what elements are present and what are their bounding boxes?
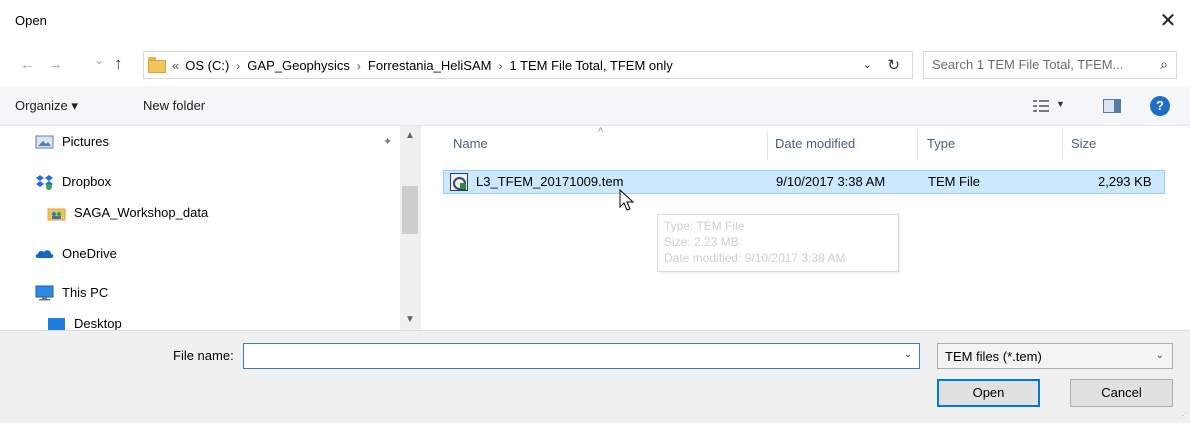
sidebar-item-label: This PC (62, 285, 109, 300)
title-bar: Open ✕ (0, 0, 1190, 46)
column-header-name[interactable]: Name (453, 136, 488, 151)
search-icon[interactable]: ⌕ (1160, 56, 1168, 73)
cancel-button[interactable]: Cancel (1070, 379, 1173, 407)
tooltip-type: Type: TEM File (664, 219, 745, 233)
sidebar-item-this-pc[interactable]: This PC (35, 282, 335, 304)
sidebar-item-saga-workshop-data[interactable]: SAGA_Workshop_data (47, 202, 347, 224)
preview-pane-icon[interactable] (1103, 99, 1121, 113)
breadcrumb-item-os-c[interactable]: OS (C:) (185, 58, 229, 73)
chevron-down-icon[interactable]: ⌄ (904, 349, 912, 360)
file-name-input[interactable] (248, 348, 888, 363)
sidebar-item-pictures[interactable]: Pictures ✦ (35, 131, 405, 153)
address-row: ← → ⌄ ↑ « OS (C:) › GAP_Geophysics › Forresta… (0, 46, 1190, 86)
navigation-pane: Pictures ✦ Dropbox SAGA_Workshop_data On… (0, 126, 421, 330)
breadcrumb: « OS (C:) › GAP_Geophysics › Forrestania_Heli… (172, 58, 673, 73)
sidebar-item-label: SAGA_Workshop_data (74, 205, 209, 220)
sidebar-item-label: Pictures (62, 134, 109, 149)
chevron-down-icon[interactable]: ⌄ (863, 58, 872, 71)
column-divider[interactable] (1062, 130, 1063, 160)
chevron-right-icon[interactable]: › (498, 59, 502, 73)
close-icon[interactable]: ✕ (1156, 10, 1180, 34)
address-bar[interactable]: « OS (C:) › GAP_Geophysics › Forrestania_Heli… (143, 51, 913, 79)
sidebar-item-label: Desktop (74, 316, 122, 330)
window-title: Open (15, 13, 47, 28)
file-name-combobox: ⌄ (243, 343, 920, 369)
sidebar-scrollbar[interactable]: ▲ ▼ (400, 126, 420, 330)
file-name-label: File name: (173, 348, 234, 363)
open-button[interactable]: Open (937, 379, 1040, 407)
pin-icon[interactable]: ✦ (383, 131, 392, 153)
breadcrumb-item-forrestania[interactable]: Forrestania_HeliSAM (368, 58, 492, 73)
refresh-icon[interactable]: ↻ (887, 56, 900, 74)
sidebar-item-desktop[interactable]: Desktop (47, 313, 347, 330)
desktop-folder-icon (48, 318, 65, 330)
file-size: 2,293 KB (1098, 174, 1152, 189)
search-box: ⌕ (923, 51, 1177, 79)
tooltip-size: Size: 2.23 MB (664, 235, 739, 249)
shared-folder-icon (47, 208, 66, 221)
column-header-type[interactable]: Type (927, 136, 955, 151)
breadcrumb-overflow[interactable]: « (172, 58, 179, 73)
file-name: L3_TFEM_20171009.tem (476, 174, 624, 189)
chevron-down-icon: ⌄ (1155, 350, 1164, 361)
onedrive-icon (35, 250, 54, 258)
sidebar-item-label: OneDrive (62, 246, 117, 261)
file-type: TEM File (928, 174, 980, 189)
breadcrumb-item-gap-geophysics[interactable]: GAP_Geophysics (247, 58, 350, 73)
pictures-icon (35, 135, 54, 149)
scrollbar-thumb[interactable] (402, 186, 418, 234)
file-info-tooltip: Type: TEM File Size: 2.23 MB Date modifi… (657, 214, 899, 272)
search-input[interactable] (932, 57, 1150, 72)
sort-ascending-icon: ^ (598, 126, 604, 138)
scroll-down-icon[interactable]: ▼ (405, 314, 415, 325)
column-divider[interactable] (767, 130, 768, 160)
file-type-filter[interactable]: TEM files (*.tem) ⌄ (937, 343, 1173, 369)
file-date-modified: 9/10/2017 3:38 AM (776, 174, 886, 189)
back-arrow-icon[interactable]: ← (20, 56, 35, 73)
help-icon[interactable]: ? (1150, 96, 1170, 116)
new-folder-button[interactable]: New folder (143, 98, 205, 113)
dropbox-icon (36, 175, 53, 190)
folder-icon (148, 57, 166, 73)
resize-grip-icon[interactable]: ⋰ (1179, 411, 1187, 420)
chevron-right-icon[interactable]: › (236, 59, 240, 73)
view-dropdown-icon[interactable]: ▼ (1056, 99, 1065, 109)
column-headers: ^ Name Date modified Type Size (421, 126, 1190, 162)
breadcrumb-item-current-folder[interactable]: 1 TEM File Total, TFEM only (509, 58, 672, 73)
scroll-up-icon[interactable]: ▲ (405, 130, 415, 141)
recent-locations-icon[interactable]: ⌄ (94, 53, 104, 67)
this-pc-icon (35, 285, 54, 301)
column-header-date-modified[interactable]: Date modified (775, 136, 855, 151)
mouse-pointer-icon (619, 189, 635, 211)
file-type-filter-value: TEM files (*.tem) (945, 349, 1042, 364)
chevron-right-icon[interactable]: › (357, 59, 361, 73)
file-row[interactable]: L3_TFEM_20171009.tem 9/10/2017 3:38 AM T… (443, 170, 1165, 194)
bottom-pane: File name: ⌄ TEM files (*.tem) ⌄ Open Ca… (0, 330, 1190, 423)
forward-arrow-icon[interactable]: → (48, 56, 63, 73)
sidebar-item-onedrive[interactable]: OneDrive (35, 243, 335, 265)
sidebar-item-label: Dropbox (62, 174, 112, 189)
change-view-icon[interactable] (1033, 99, 1049, 113)
column-header-size[interactable]: Size (1071, 136, 1096, 151)
tem-file-icon (450, 173, 468, 191)
column-divider[interactable] (917, 130, 918, 160)
organize-button[interactable]: Organize ▾ (15, 98, 78, 114)
up-arrow-icon[interactable]: ↑ (114, 54, 123, 74)
command-bar: Organize ▾ New folder ▼ ? (0, 86, 1190, 126)
tooltip-date: Date modified: 9/10/2017 3:38 AM (664, 251, 846, 265)
sidebar-item-dropbox[interactable]: Dropbox (35, 171, 335, 193)
